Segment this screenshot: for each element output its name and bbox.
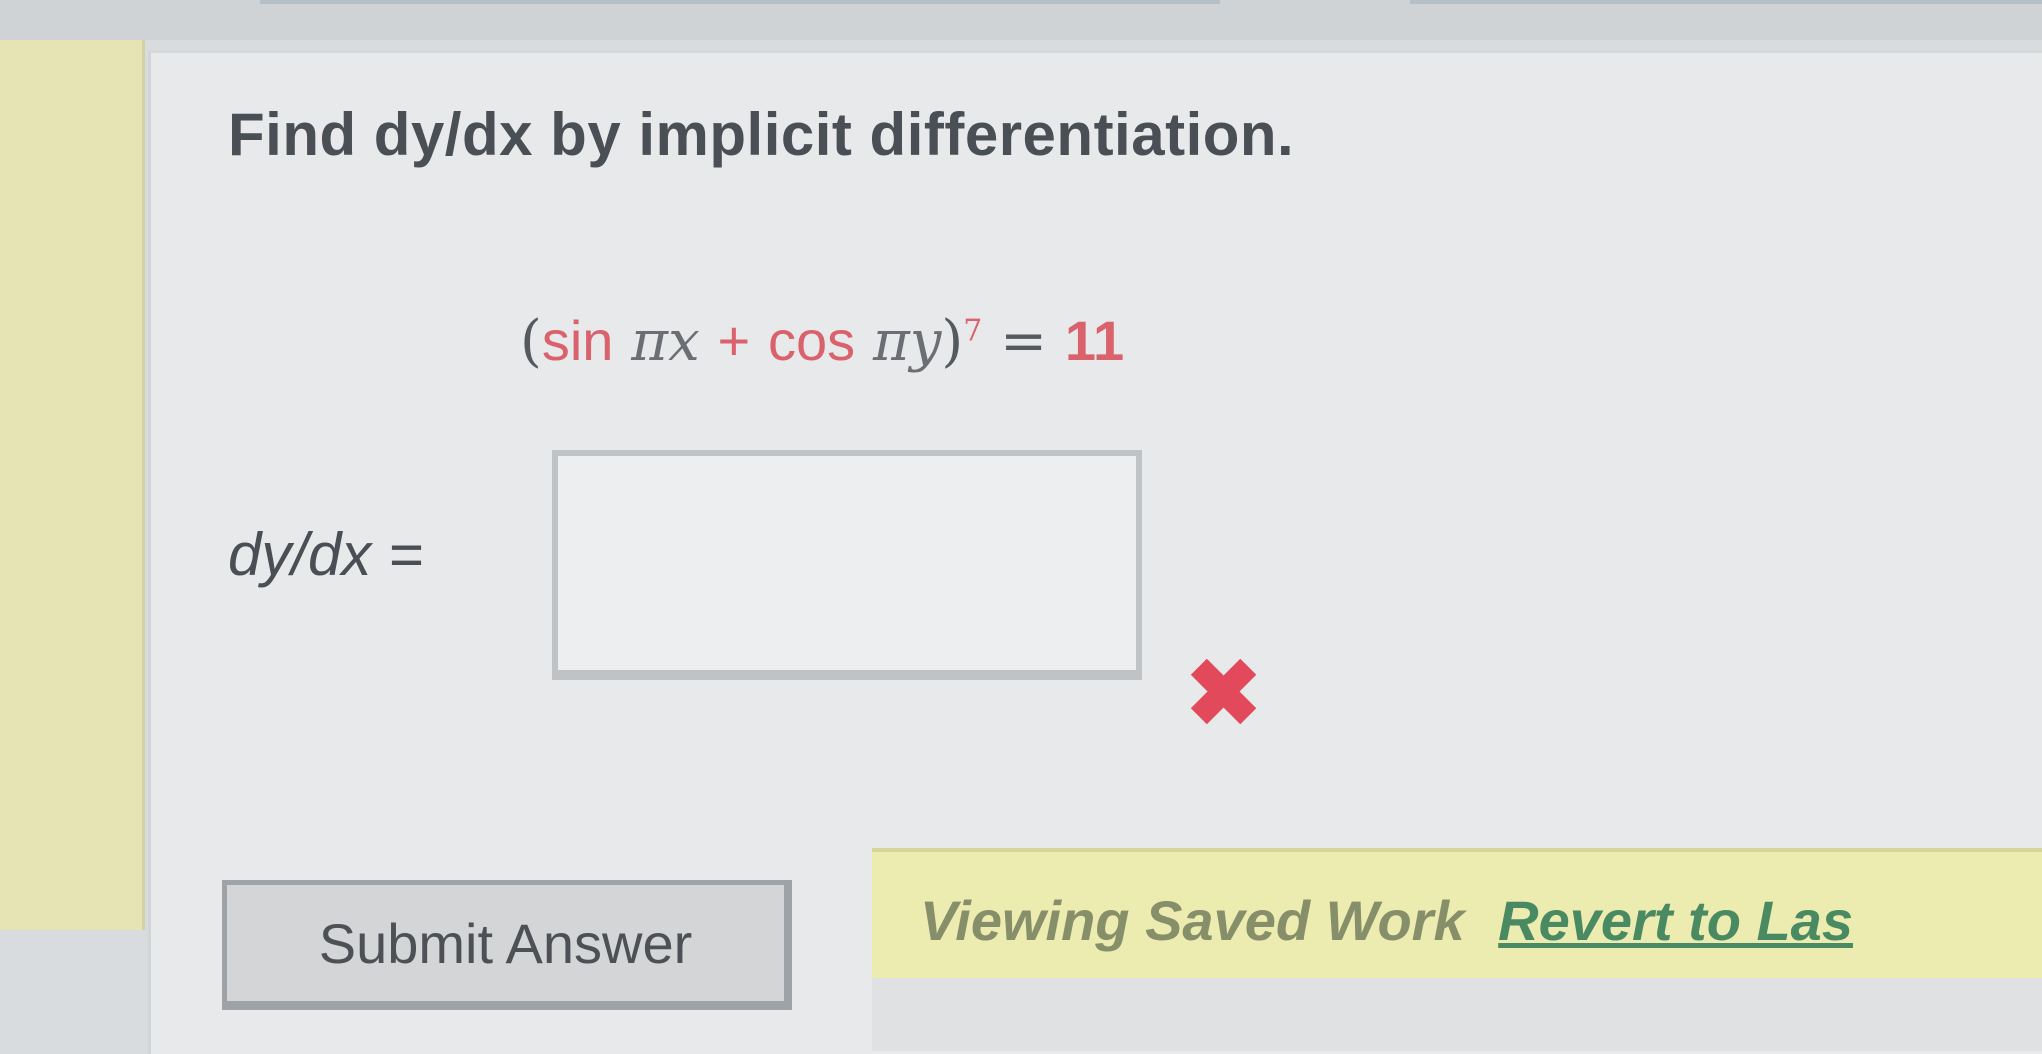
top-strip bbox=[0, 0, 2042, 40]
saved-work-status-bar: Viewing Saved Work Revert to Las bbox=[872, 848, 2042, 978]
question-prompt: Find dy/dx by implicit differentiation. bbox=[228, 101, 1295, 168]
answer-label: dy/dx = bbox=[228, 521, 424, 588]
equation-sin: sin bbox=[541, 309, 614, 372]
submit-answer-button[interactable]: Submit Answer bbox=[222, 880, 792, 1010]
equation-cos-arg: πy bbox=[872, 309, 942, 374]
lower-strip bbox=[872, 978, 2042, 1051]
equation-close-paren: ) bbox=[941, 309, 964, 374]
viewing-saved-work-text: Viewing Saved Work bbox=[920, 889, 1465, 952]
left-side-panel bbox=[0, 40, 145, 930]
equation-exponent: 7 bbox=[963, 313, 983, 349]
equation: (sin πx + cos πy)7 = 11 bbox=[520, 308, 1124, 374]
incorrect-x-icon: ✖ bbox=[1185, 643, 1263, 745]
revert-link[interactable]: Revert to Las bbox=[1498, 889, 1853, 952]
equation-cos: cos bbox=[767, 309, 856, 372]
equation-rhs: 11 bbox=[1064, 309, 1125, 372]
equation-plus: + bbox=[717, 309, 751, 372]
equation-open-paren: ( bbox=[520, 309, 542, 374]
top-edge-left bbox=[260, 0, 1220, 4]
equation-equals: = bbox=[1000, 309, 1048, 374]
equation-sin-arg: πx bbox=[631, 309, 700, 374]
answer-input[interactable] bbox=[552, 450, 1142, 680]
top-edge-right bbox=[1410, 0, 2042, 4]
